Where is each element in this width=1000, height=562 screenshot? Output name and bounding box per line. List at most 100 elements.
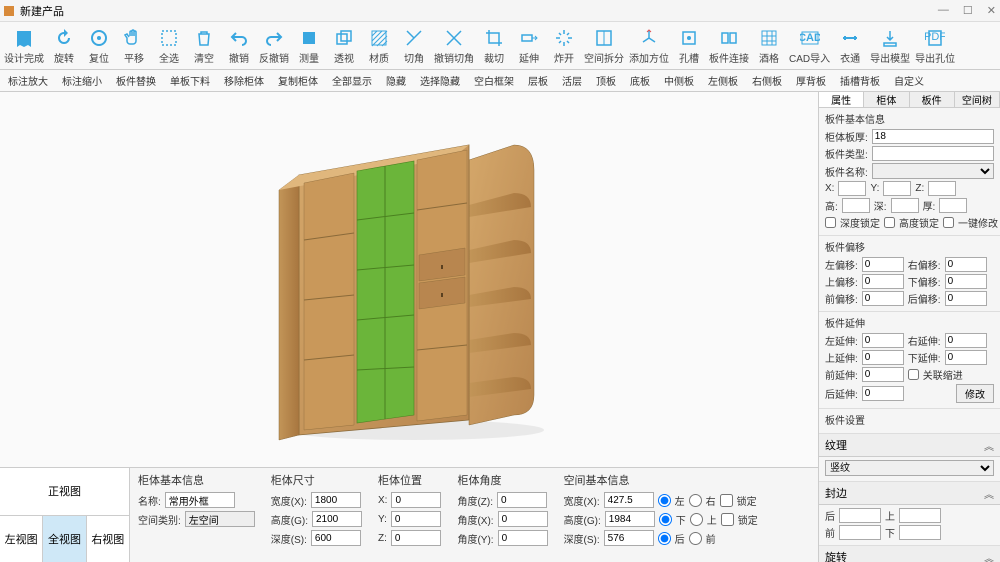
- angle-y-input[interactable]: [498, 530, 548, 546]
- off-d-input[interactable]: [945, 274, 987, 289]
- tb2-item[interactable]: 板件替换: [110, 71, 162, 90]
- rp-tab-1[interactable]: 柜体: [864, 92, 909, 107]
- edge-b-input[interactable]: [839, 508, 881, 523]
- ext-b-input[interactable]: [862, 386, 904, 401]
- tb2-item[interactable]: 复制柜体: [272, 71, 324, 90]
- tb-export[interactable]: 导出模型: [868, 24, 912, 68]
- off-l-input[interactable]: [862, 257, 904, 272]
- tb-home[interactable]: 复位: [82, 24, 116, 68]
- tb-save[interactable]: 设计完成: [2, 24, 46, 68]
- edge-d-input[interactable]: [899, 525, 941, 540]
- space-w-input[interactable]: [604, 492, 654, 508]
- depth-input[interactable]: [311, 530, 361, 546]
- maximize-button[interactable]: ☐: [963, 4, 973, 17]
- tb-selall[interactable]: 全选: [152, 24, 186, 68]
- tb-axis[interactable]: 添加方位: [627, 24, 671, 68]
- space-lock1-check[interactable]: [720, 494, 733, 507]
- angle-z-input[interactable]: [497, 492, 547, 508]
- space-type-input[interactable]: [185, 511, 255, 527]
- texture-header[interactable]: 纹理︽: [819, 434, 1000, 457]
- tb2-item[interactable]: 全部显示: [326, 71, 378, 90]
- minimize-button[interactable]: —: [938, 4, 949, 17]
- extend-modify-button[interactable]: 修改: [956, 384, 994, 403]
- space-left-radio[interactable]: [658, 494, 671, 507]
- tb2-item[interactable]: 选择隐藏: [414, 71, 466, 90]
- panel-y-input[interactable]: [883, 181, 911, 196]
- tb2-item[interactable]: 厚背板: [790, 71, 832, 90]
- edge-header[interactable]: 封边︽: [819, 482, 1000, 505]
- view-2[interactable]: 右视图: [87, 516, 129, 562]
- panel-z-input[interactable]: [928, 181, 956, 196]
- ext-r-input[interactable]: [945, 333, 987, 348]
- space-lock2-check[interactable]: [721, 513, 734, 526]
- ext-l-input[interactable]: [862, 333, 904, 348]
- tb2-item[interactable]: 移除柜体: [218, 71, 270, 90]
- panel-type-input[interactable]: [872, 146, 994, 161]
- space-back-radio[interactable]: [658, 532, 671, 545]
- tb-link[interactable]: 板件连接: [707, 24, 751, 68]
- tb2-item[interactable]: 隐藏: [380, 71, 412, 90]
- space-up-radio[interactable]: [690, 513, 703, 526]
- tb-split[interactable]: 空间拆分: [582, 24, 626, 68]
- tb-grid[interactable]: 酒格: [752, 24, 786, 68]
- view-0[interactable]: 左视图: [0, 516, 43, 562]
- ext-u-input[interactable]: [862, 350, 904, 365]
- rp-tab-3[interactable]: 空间树: [955, 92, 1000, 107]
- tb-explode[interactable]: 炸开: [547, 24, 581, 68]
- cabinet-name-input[interactable]: [165, 492, 235, 508]
- view-front[interactable]: 正视图: [0, 468, 129, 516]
- tb-rotate[interactable]: 旋转: [47, 24, 81, 68]
- tb2-item[interactable]: 左侧板: [702, 71, 744, 90]
- close-button[interactable]: ✕: [987, 4, 996, 17]
- tb-hatch[interactable]: 材质: [362, 24, 396, 68]
- pos-z-input[interactable]: [391, 530, 441, 546]
- space-right-radio[interactable]: [689, 494, 702, 507]
- ext-f-input[interactable]: [862, 367, 904, 382]
- height-lock-check[interactable]: [884, 217, 895, 228]
- space-front-radio[interactable]: [689, 532, 702, 545]
- tb2-item[interactable]: 单板下料: [164, 71, 216, 90]
- edge-u-input[interactable]: [899, 508, 941, 523]
- tb2-item[interactable]: 底板: [624, 71, 656, 90]
- tb-rod[interactable]: 衣通: [833, 24, 867, 68]
- panel-x-input[interactable]: [838, 181, 866, 196]
- tb-cut[interactable]: 切角: [397, 24, 431, 68]
- tb-crop[interactable]: 裁切: [477, 24, 511, 68]
- height-input[interactable]: [312, 511, 362, 527]
- tb2-item[interactable]: 活层: [556, 71, 588, 90]
- off-r-input[interactable]: [945, 257, 987, 272]
- panel-h-input[interactable]: [842, 198, 870, 213]
- angle-x-input[interactable]: [498, 511, 548, 527]
- off-b-input[interactable]: [945, 291, 987, 306]
- panel-name-select[interactable]: [872, 163, 994, 179]
- tb-redo[interactable]: 反撤销: [257, 24, 291, 68]
- tb-trash[interactable]: 清空: [187, 24, 221, 68]
- width-input[interactable]: [311, 492, 361, 508]
- tb2-item[interactable]: 顶板: [590, 71, 622, 90]
- ext-chk[interactable]: [908, 369, 919, 380]
- off-u-input[interactable]: [862, 274, 904, 289]
- space-down-radio[interactable]: [659, 513, 672, 526]
- view-1[interactable]: 全视图: [43, 516, 86, 562]
- tb2-item[interactable]: 插槽背板: [834, 71, 886, 90]
- tb2-item[interactable]: 中侧板: [658, 71, 700, 90]
- pos-x-input[interactable]: [391, 492, 441, 508]
- edge-f-input[interactable]: [839, 525, 881, 540]
- panel-thick-input[interactable]: [872, 129, 994, 144]
- tb-hand[interactable]: 平移: [117, 24, 151, 68]
- tb2-item[interactable]: 空白框架: [468, 71, 520, 90]
- space-d-input[interactable]: [604, 530, 654, 546]
- tb-cut2[interactable]: 撤销切角: [432, 24, 476, 68]
- panel-t-input[interactable]: [939, 198, 967, 213]
- tb-rect[interactable]: 测量: [292, 24, 326, 68]
- tb-undo[interactable]: 撤销: [222, 24, 256, 68]
- rotate-header[interactable]: 旋转︽: [819, 546, 1000, 562]
- texture-select[interactable]: 竖纹: [825, 460, 994, 476]
- panel-d-input[interactable]: [891, 198, 919, 213]
- tb2-item[interactable]: 右侧板: [746, 71, 788, 90]
- space-h-input[interactable]: [605, 511, 655, 527]
- tb2-item[interactable]: 层板: [522, 71, 554, 90]
- tb2-item[interactable]: 标注放大: [2, 71, 54, 90]
- rp-tab-0[interactable]: 属性: [819, 92, 864, 107]
- ext-d-input[interactable]: [945, 350, 987, 365]
